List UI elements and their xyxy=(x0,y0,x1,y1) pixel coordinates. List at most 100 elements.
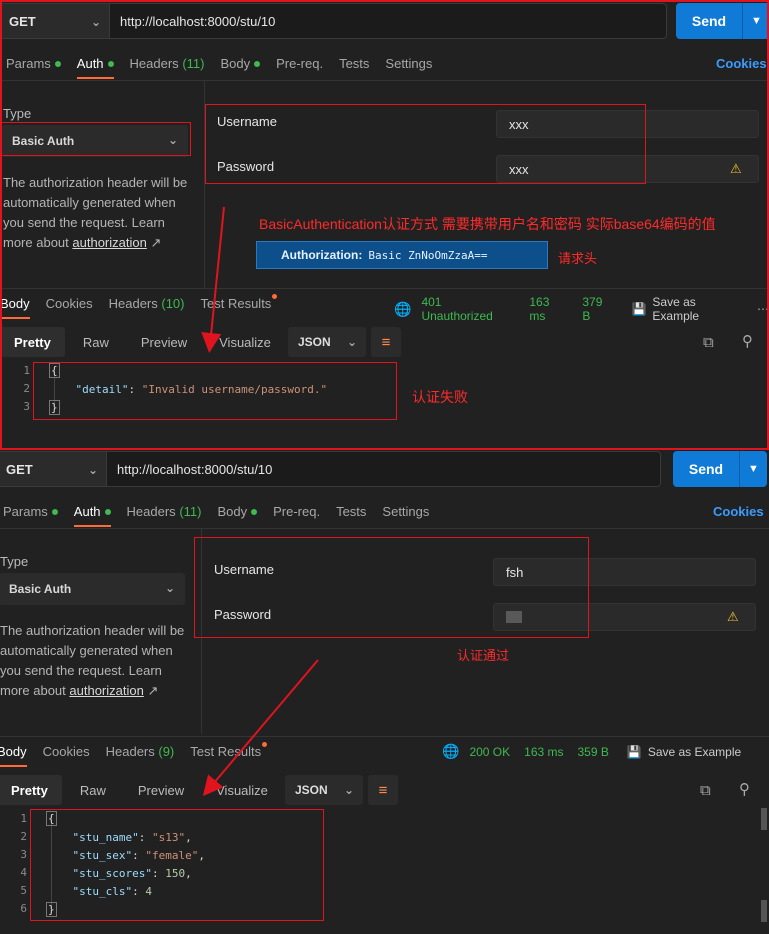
chevron-down-icon: ⌄ xyxy=(164,581,175,595)
auth-type-value: Basic Auth xyxy=(12,134,75,148)
format-value: JSON xyxy=(298,335,331,349)
more-icon[interactable]: ⋯ xyxy=(757,302,769,316)
auth-type-select[interactable]: Basic Auth ⌄ xyxy=(2,125,188,157)
save-as-example-button[interactable]: Save as Example xyxy=(652,295,745,323)
tab-response-cookies[interactable]: Cookies xyxy=(43,744,90,759)
authorization-link[interactable]: authorization xyxy=(69,683,143,698)
request-tabs: Params Auth Headers (11) Body Pre-req. T… xyxy=(6,48,448,79)
send-label: Send xyxy=(688,461,724,477)
tab-raw[interactable]: Raw xyxy=(69,327,123,357)
tab-preview[interactable]: Preview xyxy=(124,775,198,805)
url-input[interactable]: http://localhost:8000/stu/10 xyxy=(110,3,667,39)
external-link-icon: ↗ xyxy=(147,683,159,698)
username-input[interactable]: xxx xyxy=(496,110,759,138)
status-code: 200 OK xyxy=(469,744,511,759)
username-input[interactable]: fsh xyxy=(493,558,756,586)
send-button[interactable]: Send ▼ xyxy=(673,451,767,487)
type-label: Type xyxy=(3,106,32,121)
tab-preview[interactable]: Preview xyxy=(127,327,201,357)
response-tabs: Body Cookies Headers (9) Test Results xyxy=(0,736,277,767)
tab-response-body[interactable]: Body xyxy=(0,744,27,767)
tab-pre-request[interactable]: Pre-req. xyxy=(276,56,323,71)
request-panel-success: GET ⌄ http://localhost:8000/stu/10 Send … xyxy=(0,450,769,934)
tab-response-headers[interactable]: Headers (10) xyxy=(109,296,185,311)
cookies-link[interactable]: Cookies xyxy=(713,504,764,519)
tab-response-headers[interactable]: Headers (9) xyxy=(106,744,175,759)
tab-headers[interactable]: Headers (11) xyxy=(130,56,205,71)
response-size: 359 B xyxy=(577,744,609,759)
tab-response-body[interactable]: Body xyxy=(0,296,30,319)
method-select[interactable]: GET ⌄ xyxy=(0,451,107,487)
tab-params[interactable]: Params xyxy=(3,504,58,519)
search-icon[interactable]: ⚲ xyxy=(742,332,753,350)
url-input[interactable]: http://localhost:8000/stu/10 xyxy=(107,451,661,487)
password-value: xxx xyxy=(509,161,529,177)
tab-pretty[interactable]: Pretty xyxy=(0,775,62,805)
warning-icon[interactable]: ⚠ xyxy=(727,609,739,625)
tab-tests[interactable]: Tests xyxy=(336,504,366,519)
divider xyxy=(0,528,769,529)
method-label: GET xyxy=(9,13,36,29)
auth-type-select[interactable]: Basic Auth ⌄ xyxy=(0,573,185,605)
tab-response-cookies[interactable]: Cookies xyxy=(46,296,93,311)
chevron-down-icon: ⌄ xyxy=(343,783,354,797)
response-body: 1 2 3 4 5 6 { "stu_name": "s13", "stu_se… xyxy=(20,811,205,917)
tab-raw[interactable]: Raw xyxy=(66,775,120,805)
tab-pre-request[interactable]: Pre-req. xyxy=(273,504,320,519)
tab-settings[interactable]: Settings xyxy=(385,56,432,71)
response-time: 163 ms xyxy=(529,295,550,323)
method-label: GET xyxy=(6,461,33,477)
tab-body[interactable]: Body xyxy=(217,504,258,519)
tab-params[interactable]: Params xyxy=(6,56,61,71)
globe-icon[interactable]: 🌐 xyxy=(442,743,459,760)
chevron-down-icon[interactable]: ▼ xyxy=(742,3,769,39)
tab-test-results[interactable]: Test Results xyxy=(190,741,268,759)
view-tabs: Pretty Raw Preview Visualize xyxy=(0,775,286,805)
save-as-example-button[interactable]: Save as Example xyxy=(648,745,741,759)
globe-icon[interactable]: 🌐 xyxy=(394,301,411,318)
response-tabs: Body Cookies Headers (10) Test Results xyxy=(0,288,287,319)
tab-test-results[interactable]: Test Results xyxy=(201,293,278,311)
tab-visualize[interactable]: Visualize xyxy=(202,775,282,805)
password-input[interactable] xyxy=(493,603,756,631)
format-select[interactable]: JSON ⌄ xyxy=(285,775,363,805)
tab-visualize[interactable]: Visualize xyxy=(205,327,285,357)
response-status: 🌐 401 Unauthorized 163 ms 379 B 💾 Save a… xyxy=(394,295,769,323)
tab-tests[interactable]: Tests xyxy=(339,56,369,71)
auth-type-value: Basic Auth xyxy=(9,582,72,596)
scrollbar[interactable] xyxy=(761,808,767,830)
cookies-link[interactable]: Cookies xyxy=(716,56,767,71)
tab-pretty[interactable]: Pretty xyxy=(0,327,65,357)
wrap-lines-icon[interactable]: ≡ xyxy=(368,775,398,805)
response-status: 🌐 200 OK 163 ms 359 B 💾 Save as Example xyxy=(442,743,741,760)
scrollbar[interactable] xyxy=(761,900,767,922)
divider xyxy=(204,80,205,288)
authorization-link[interactable]: authorization xyxy=(72,235,146,250)
chevron-down-icon: ⌄ xyxy=(346,335,357,349)
tab-headers[interactable]: Headers (11) xyxy=(127,504,202,519)
result-note: 认证失败 xyxy=(412,389,468,405)
request-panel-failed: GET ⌄ http://localhost:8000/stu/10 Send … xyxy=(0,0,769,450)
format-select[interactable]: JSON ⌄ xyxy=(288,327,366,357)
response-size: 379 B xyxy=(582,295,603,323)
send-button[interactable]: Send ▼ xyxy=(676,3,769,39)
save-icon: 💾 xyxy=(631,302,647,316)
tab-body[interactable]: Body xyxy=(220,56,261,71)
tab-auth[interactable]: Auth xyxy=(76,56,114,79)
divider xyxy=(0,80,769,81)
type-label: Type xyxy=(0,554,29,569)
status-code: 401 Unauthorized xyxy=(421,295,493,323)
method-select[interactable]: GET ⌄ xyxy=(0,3,110,39)
warning-icon[interactable]: ⚠ xyxy=(730,161,742,177)
password-label: Password xyxy=(217,159,275,174)
annotation-note: BasicAuthentication认证方式 需要携带用户名和密码 实际bas… xyxy=(259,216,716,232)
password-input[interactable]: xxx xyxy=(496,155,759,183)
chevron-down-icon[interactable]: ▼ xyxy=(739,451,767,487)
tab-settings[interactable]: Settings xyxy=(382,504,429,519)
password-label: Password xyxy=(214,607,272,622)
search-icon[interactable]: ⚲ xyxy=(739,780,750,798)
tab-auth[interactable]: Auth xyxy=(73,504,111,527)
wrap-lines-icon[interactable]: ≡ xyxy=(371,327,401,357)
copy-icon[interactable]: ⧉ xyxy=(700,782,711,799)
copy-icon[interactable]: ⧉ xyxy=(703,334,714,351)
